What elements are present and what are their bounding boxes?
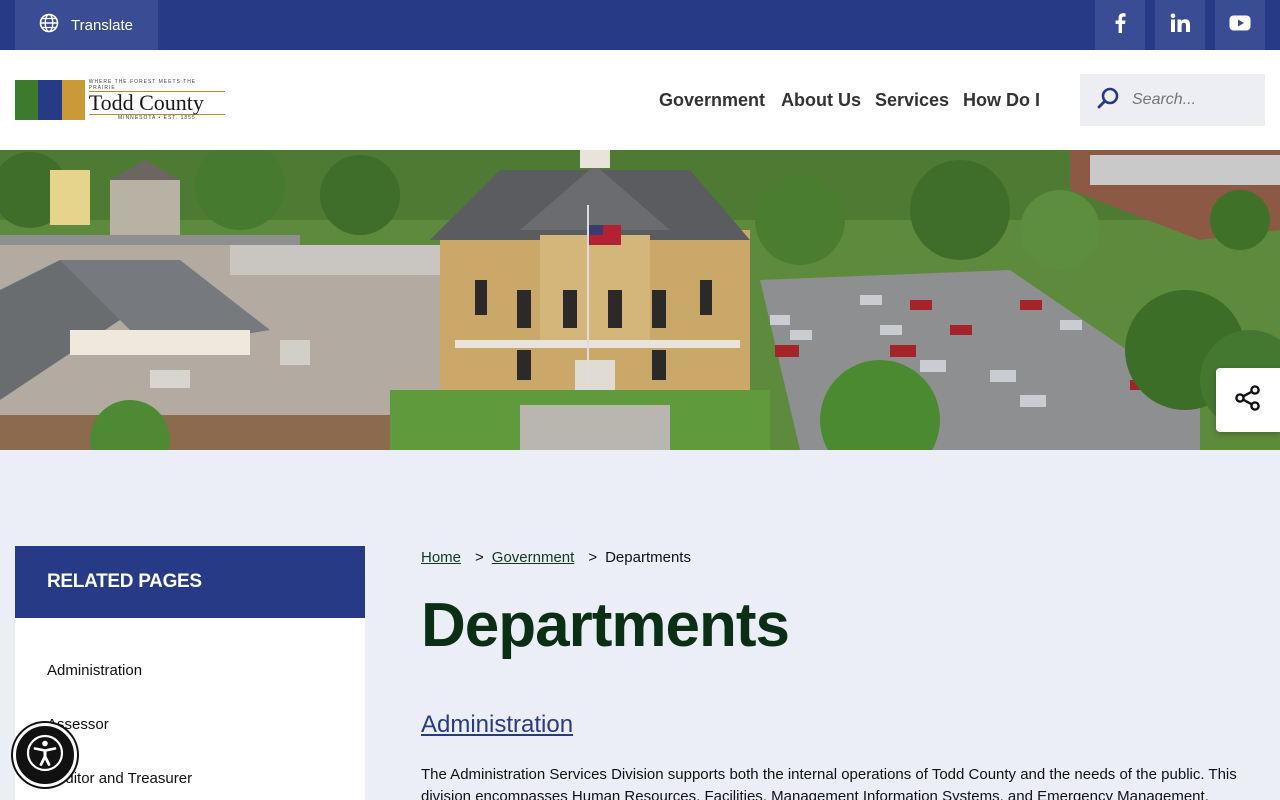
related-item-administration[interactable]: Administration (47, 662, 142, 679)
linkedin-link[interactable] (1155, 0, 1205, 50)
accessibility-button[interactable] (13, 723, 77, 787)
share-button[interactable] (1216, 368, 1280, 432)
facebook-icon (1114, 12, 1126, 38)
logo-name: Todd County (88, 91, 225, 115)
nav-how-do-i[interactable]: How Do I (963, 90, 1040, 111)
linkedin-icon (1170, 13, 1190, 38)
share-icon (1234, 384, 1262, 417)
breadcrumb-current: Departments (605, 549, 691, 566)
search-input[interactable] (1132, 91, 1252, 109)
site-logo[interactable]: WHERE THE FOREST MEETS THE PRAIRIE Todd … (15, 79, 225, 121)
related-pages-heading: RELATED PAGES (15, 546, 365, 618)
logo-subtitle: MINNESOTA • EST. 1855 (118, 115, 196, 121)
administration-link[interactable]: Administration (421, 711, 573, 739)
breadcrumb-government[interactable]: Government (492, 549, 575, 566)
accessibility-icon (25, 733, 65, 778)
page-title: Departments (421, 591, 790, 660)
breadcrumb-separator: > (588, 549, 598, 566)
nav-services[interactable]: Services (875, 90, 949, 111)
search-box (1080, 74, 1265, 126)
globe-icon (39, 13, 59, 37)
logo-text: WHERE THE FOREST MEETS THE PRAIRIE Todd … (88, 79, 225, 121)
breadcrumb-home[interactable]: Home (421, 549, 461, 566)
youtube-icon (1229, 15, 1251, 36)
search-icon[interactable] (1096, 86, 1120, 115)
nav-government[interactable]: Government (659, 90, 765, 111)
facebook-link[interactable] (1095, 0, 1145, 50)
nav-about-us[interactable]: About Us (781, 90, 861, 111)
site-header: WHERE THE FOREST MEETS THE PRAIRIE Todd … (0, 50, 1280, 150)
translate-button[interactable]: Translate (15, 0, 158, 50)
breadcrumb-separator: > (475, 549, 484, 566)
youtube-link[interactable] (1215, 0, 1265, 50)
breadcrumb: Home > Government > Departments (421, 549, 691, 566)
translate-label: Translate (71, 16, 133, 34)
logo-mark (15, 80, 85, 120)
courthouse-aerial-illustration (0, 150, 1280, 450)
hero-image (0, 150, 1280, 450)
administration-description: The Administration Services Division sup… (421, 766, 1237, 800)
utility-bar: Translate (0, 0, 1280, 50)
